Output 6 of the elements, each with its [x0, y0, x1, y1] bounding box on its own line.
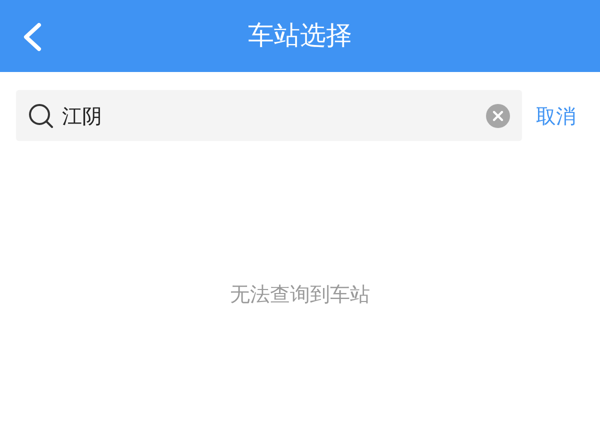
search-field[interactable]: 江阴 — [16, 90, 522, 141]
search-icon — [28, 102, 54, 128]
empty-message: 无法查询到车站 — [230, 281, 370, 308]
search-input[interactable]: 江阴 — [62, 100, 478, 130]
page-title: 车站选择 — [248, 20, 352, 52]
clear-icon[interactable] — [486, 104, 510, 128]
